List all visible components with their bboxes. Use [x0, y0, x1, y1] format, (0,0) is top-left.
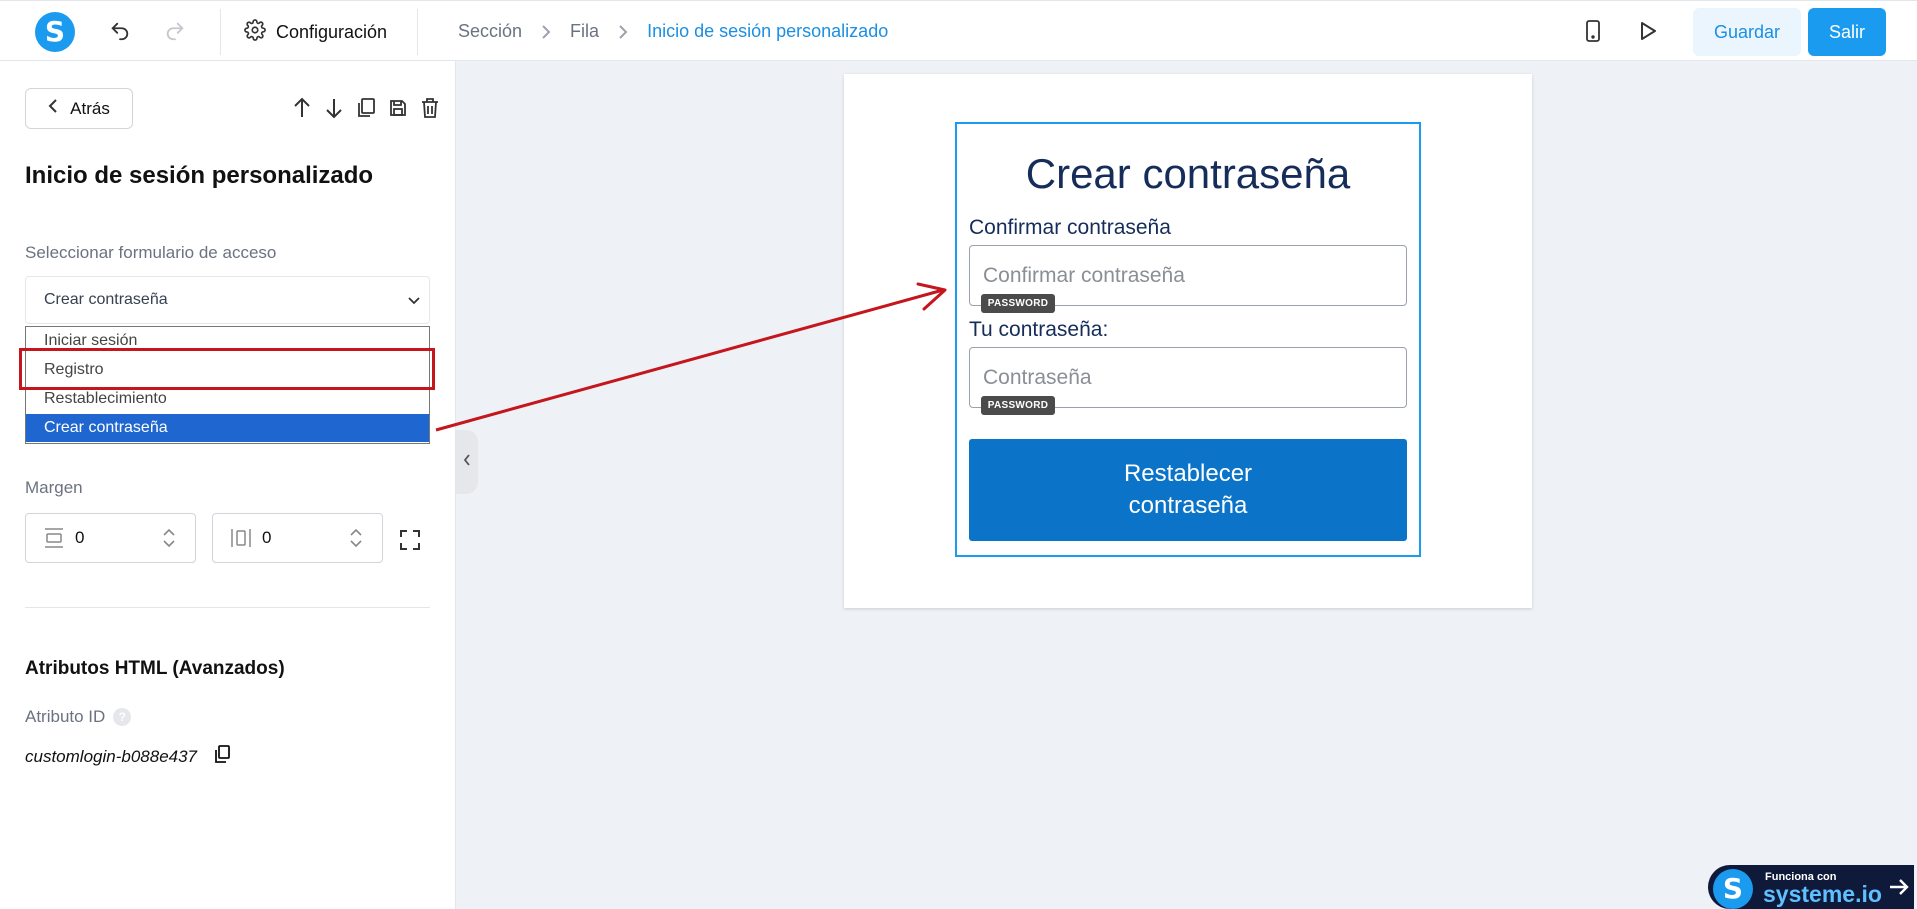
password-label: Tu contraseña:	[969, 318, 1109, 341]
attribute-id-text: customlogin-b088e437	[25, 746, 198, 766]
panel-title: Inicio de sesión personalizado	[25, 162, 374, 189]
margin-label: Margen	[25, 478, 83, 497]
top-bar: S Configuración Sección Fila Inicio de s…	[0, 0, 1917, 61]
chevron-right-icon	[617, 24, 629, 40]
settings-button[interactable]: Configuración	[244, 17, 387, 47]
copy-icon[interactable]	[213, 744, 231, 769]
divider	[417, 9, 418, 55]
redo-icon[interactable]	[161, 17, 189, 45]
form-type-select[interactable]: Crear contraseña	[25, 276, 430, 324]
chevron-right-icon	[540, 24, 552, 40]
powered-by-brand: systeme.io	[1763, 881, 1882, 907]
confirm-password-label: Confirmar contraseña	[969, 216, 1171, 239]
gear-icon	[244, 18, 266, 46]
margin-horizontal-value: 0	[262, 528, 272, 547]
exit-button[interactable]: Salir	[1808, 8, 1886, 56]
breadcrumb-row[interactable]: Fila	[570, 21, 599, 42]
stepper-icon[interactable]	[161, 526, 177, 555]
systeme-logo[interactable]: S	[35, 12, 75, 52]
systeme-logo-icon: S	[1713, 869, 1753, 909]
advanced-attributes-title: Atributos HTML (Avanzados)	[25, 658, 285, 679]
divider	[220, 9, 221, 55]
annotation-highlight-box	[19, 348, 435, 390]
arrow-right-icon	[1888, 876, 1910, 903]
stepper-icon[interactable]	[348, 526, 364, 555]
reset-button-line2: contraseña	[1128, 492, 1248, 519]
form-select-label: Seleccionar formulario de acceso	[25, 243, 277, 262]
form-title: Crear contraseña	[1025, 150, 1351, 197]
breadcrumb-current: Inicio de sesión personalizado	[647, 21, 889, 41]
reset-button-line1: Restablecer	[1123, 460, 1253, 487]
confirm-password-placeholder: Confirmar contraseña	[983, 263, 1185, 287]
help-icon[interactable]: ?	[113, 708, 132, 726]
back-label: Atrás	[70, 98, 110, 118]
delete-icon[interactable]	[418, 96, 442, 120]
move-down-icon[interactable]	[322, 96, 346, 120]
undo-icon[interactable]	[106, 17, 134, 45]
form-type-selected: Crear contraseña	[44, 291, 168, 308]
duplicate-icon[interactable]	[354, 96, 378, 120]
settings-sidebar: Atrás Inicio de sesión personalizado Sel…	[0, 61, 456, 909]
powered-by-badge[interactable]: S Funciona con systeme.io	[1708, 865, 1914, 909]
chevron-left-icon	[48, 98, 58, 119]
back-button[interactable]: Atrás	[25, 88, 133, 129]
chevron-down-icon	[407, 293, 421, 311]
vertical-spacing-icon	[41, 527, 67, 549]
move-up-icon[interactable]	[290, 96, 314, 120]
option-create-password[interactable]: Crear contraseña	[26, 414, 429, 442]
save-button[interactable]: Guardar	[1693, 8, 1801, 56]
attribute-id-label: Atributo ID ?	[25, 707, 132, 727]
margin-vertical-value: 0	[75, 528, 85, 547]
breadcrumb-section[interactable]: Sección	[458, 21, 522, 42]
save-block-icon[interactable]	[386, 96, 410, 120]
password-placeholder: Contraseña	[983, 365, 1092, 389]
reset-password-button[interactable]: Restablecer contraseña	[969, 439, 1407, 541]
horizontal-spacing-icon	[228, 527, 254, 549]
margin-horizontal-input[interactable]: 0	[212, 513, 383, 563]
settings-label: Configuración	[276, 21, 388, 42]
element-toolbar	[290, 96, 442, 120]
attribute-id-label-text: Atributo ID	[25, 707, 106, 726]
expand-icon[interactable]	[399, 529, 421, 556]
divider	[25, 607, 430, 608]
margin-vertical-input[interactable]: 0	[25, 513, 196, 563]
chevron-left-icon	[463, 453, 471, 472]
password-badge: PASSWORD	[981, 396, 1055, 415]
breadcrumb: Sección Fila Inicio de sesión personaliz…	[458, 21, 888, 42]
collapse-sidebar-button[interactable]	[456, 430, 478, 494]
password-badge: PASSWORD	[981, 294, 1055, 313]
play-preview-icon[interactable]	[1634, 17, 1662, 45]
attribute-id-value: customlogin-b088e437	[25, 744, 231, 769]
mobile-preview-icon[interactable]	[1579, 17, 1607, 45]
